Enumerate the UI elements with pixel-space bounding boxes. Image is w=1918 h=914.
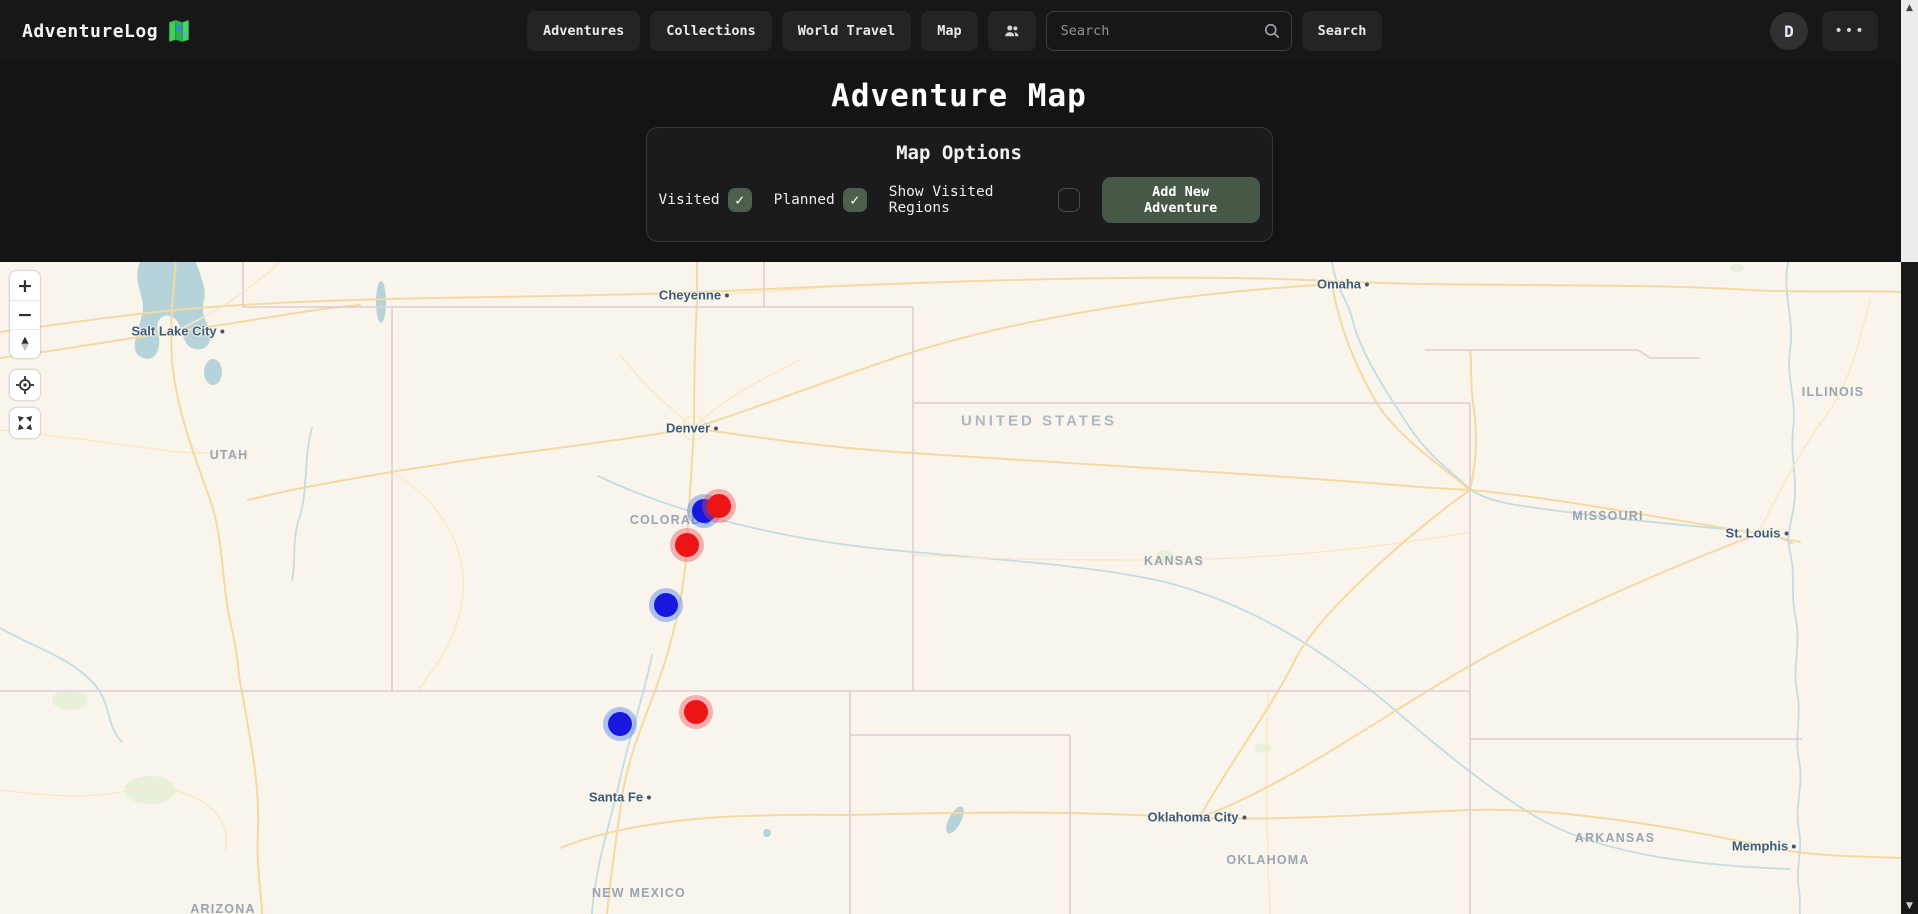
show-visited-regions-checkbox[interactable] xyxy=(1058,188,1080,212)
toggle-visited: Visited ✓ xyxy=(659,188,752,212)
nav-collections-button[interactable]: Collections xyxy=(650,11,771,51)
geolocate-icon xyxy=(15,375,35,395)
planned-checkbox[interactable]: ✓ xyxy=(843,188,867,212)
compass-button[interactable]: ▲ ▼ xyxy=(10,329,40,358)
toggle-planned-label: Planned xyxy=(774,192,835,208)
map-options-card: Map Options Visited ✓ Planned ✓ Show Vis… xyxy=(646,127,1273,242)
page-scrollbar[interactable]: ▲ ▼ xyxy=(1901,0,1918,914)
scroll-up-icon[interactable]: ▲ xyxy=(1906,3,1913,13)
toggle-visited-label: Visited xyxy=(659,192,720,208)
adventure-marker-blue[interactable] xyxy=(654,593,678,617)
map-zoom-controls: + − ▲ ▼ xyxy=(10,271,40,358)
fullscreen-icon xyxy=(16,414,34,432)
adventure-marker-red[interactable] xyxy=(707,494,731,518)
page-title: Adventure Map xyxy=(0,78,1918,114)
map-canvas[interactable]: UNITED STATES UTAH COLORADO KANSAS MISSO… xyxy=(0,262,1901,914)
search-icon xyxy=(1262,21,1282,41)
toggle-show-visited-regions-label: Show Visited Regions xyxy=(889,184,1050,216)
users-button[interactable] xyxy=(988,11,1036,51)
brand[interactable]: AdventureLog xyxy=(22,18,192,44)
toggle-show-visited-regions: Show Visited Regions xyxy=(889,184,1080,216)
adventure-marker-red[interactable] xyxy=(684,700,708,724)
compass-icon: ▲ ▼ xyxy=(21,337,29,351)
map-base-layer xyxy=(0,262,1901,914)
fullscreen-button[interactable] xyxy=(10,408,40,438)
adventure-marker-red[interactable] xyxy=(675,533,699,557)
scrollbar-thumb[interactable] xyxy=(1901,0,1918,262)
zoom-out-button[interactable]: − xyxy=(10,300,40,329)
map-options-title: Map Options xyxy=(659,142,1260,164)
navbar: AdventureLog Adventures Collections Worl… xyxy=(0,0,1918,62)
search-button[interactable]: Search xyxy=(1302,11,1383,51)
nav-map-button[interactable]: Map xyxy=(921,11,977,51)
toggle-planned: Planned ✓ xyxy=(774,188,867,212)
brand-name: AdventureLog xyxy=(22,21,158,42)
check-icon: ✓ xyxy=(850,191,859,209)
visited-checkbox[interactable]: ✓ xyxy=(728,188,752,212)
adventure-marker-blue[interactable] xyxy=(608,712,632,736)
scroll-down-icon[interactable]: ▼ xyxy=(1906,901,1913,911)
nav-adventures-button[interactable]: Adventures xyxy=(527,11,640,51)
check-icon: ✓ xyxy=(735,191,744,209)
map-logo-icon xyxy=(166,18,192,44)
add-new-adventure-button[interactable]: Add New Adventure xyxy=(1102,177,1260,223)
overflow-menu-button[interactable]: ••• xyxy=(1822,11,1878,51)
users-icon xyxy=(1003,22,1021,40)
search-input[interactable] xyxy=(1046,11,1292,51)
geolocate-button[interactable] xyxy=(10,370,40,400)
zoom-in-button[interactable]: + xyxy=(10,271,40,300)
navbar-right: D ••• xyxy=(1770,11,1896,51)
main-nav: Adventures Collections World Travel Map xyxy=(527,0,1382,62)
nav-world-travel-button[interactable]: World Travel xyxy=(782,11,912,51)
avatar[interactable]: D xyxy=(1770,12,1808,50)
map-options-row: Visited ✓ Planned ✓ Show Visited Regions… xyxy=(659,177,1260,223)
search-field-wrap xyxy=(1046,11,1292,51)
